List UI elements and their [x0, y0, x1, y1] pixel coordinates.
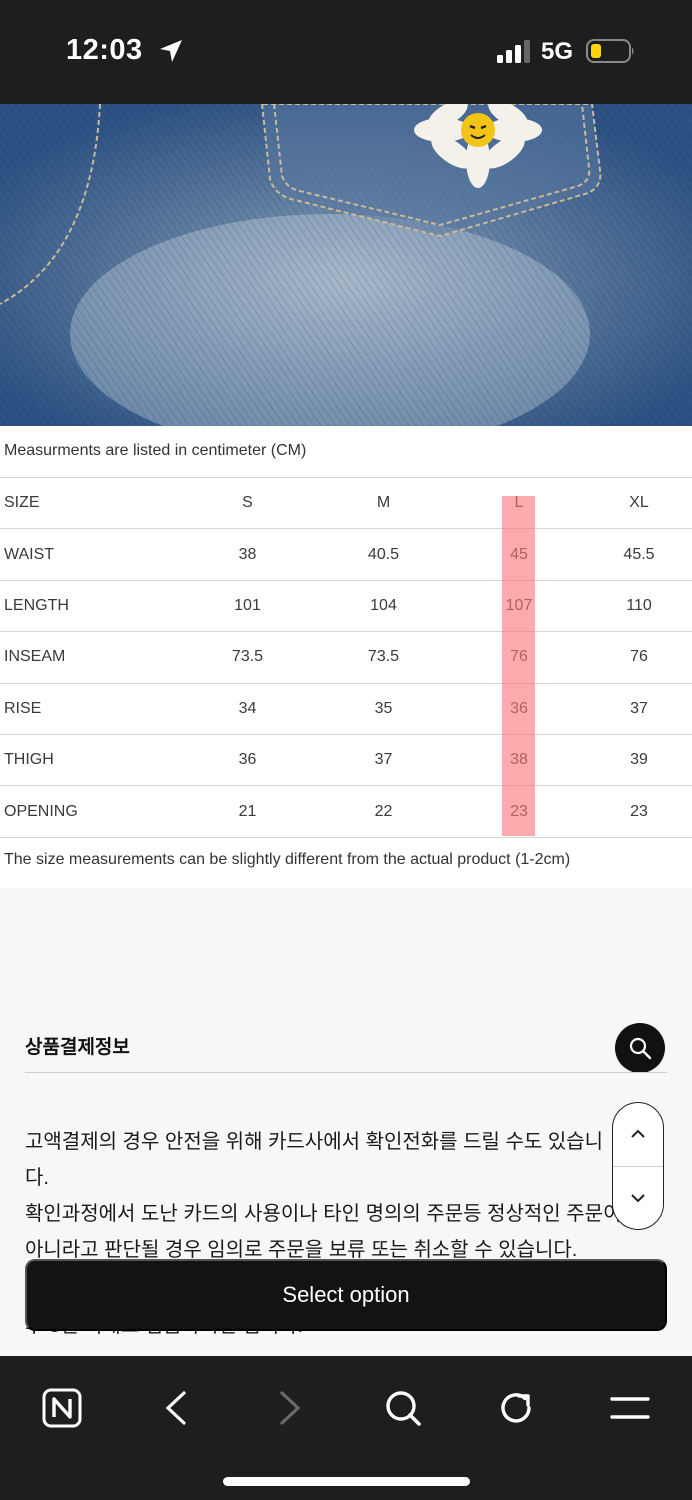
network-type: 5G: [541, 38, 574, 65]
table-row: THIGH 36 37 38 39: [0, 733, 692, 786]
table-cell: 104: [315, 579, 452, 632]
table-cell: 36: [180, 733, 315, 786]
search-button[interactable]: [615, 1023, 665, 1073]
row-label: THIGH: [0, 733, 180, 786]
table-cell: 107: [452, 579, 586, 632]
cellular-signal-icon: [497, 40, 530, 63]
table-cell: 38: [452, 733, 586, 786]
scroll-up-button[interactable]: [613, 1103, 663, 1165]
table-cell: 73.5: [315, 631, 452, 684]
scroll-down-button[interactable]: [613, 1167, 663, 1229]
table-cell: 40.5: [315, 528, 452, 581]
chevron-up-icon: [631, 1129, 645, 1138]
table-row: INSEAM 73.5 73.5 76 76: [0, 631, 692, 684]
table-cell: 101: [180, 579, 315, 632]
table-row: WAIST 38 40.5 45 45.5: [0, 528, 692, 581]
row-label: OPENING: [0, 785, 180, 838]
menu-icon: [610, 1397, 650, 1419]
table-cell: 35: [315, 682, 452, 735]
header-label: SIZE: [0, 476, 180, 529]
payment-info-text: 고액결제의 경우 안전을 위해 카드사에서 확인전화를 드릴 수도 있습니 다.…: [25, 1124, 685, 1268]
header-size-m: M: [315, 476, 452, 529]
table-row: OPENING 21 22 23 23: [0, 785, 692, 838]
chevron-down-icon: [631, 1194, 645, 1203]
table-cell: 37: [586, 682, 692, 735]
info-line: 다.: [25, 1167, 49, 1189]
row-label: RISE: [0, 682, 180, 735]
table-cell: 76: [586, 631, 692, 684]
table-cell: 45.5: [586, 528, 692, 581]
table-cell: 23: [452, 785, 586, 838]
row-label: INSEAM: [0, 631, 180, 684]
search-button[interactable]: [373, 1378, 433, 1438]
naver-home-button[interactable]: [32, 1378, 92, 1438]
product-photo: [0, 104, 692, 426]
table-cell: 22: [315, 785, 452, 838]
table-row: LENGTH 101 104 107 110: [0, 579, 692, 632]
header-size-l: L: [452, 476, 586, 529]
divider: [25, 1072, 667, 1073]
chevron-right-icon: [280, 1391, 301, 1425]
location-arrow-icon: [160, 40, 182, 62]
chevron-left-icon: [165, 1391, 186, 1425]
status-bar: 12:03 5G: [0, 0, 692, 104]
search-icon: [386, 1391, 421, 1426]
table-header-row: SIZE S M L XL: [0, 476, 692, 529]
row-label: WAIST: [0, 528, 180, 581]
size-chart-section: Measurments are listed in centimeter (CM…: [0, 426, 692, 888]
naver-n-icon: [42, 1388, 82, 1428]
table-cell: 23: [586, 785, 692, 838]
back-button[interactable]: [146, 1378, 206, 1438]
search-icon: [629, 1037, 652, 1060]
table-cell: 36: [452, 682, 586, 735]
browser-toolbar: [0, 1356, 692, 1500]
battery-icon: [586, 39, 634, 63]
size-table: SIZE S M L XL WAIST 38 40.5 45 45.5 LENG…: [0, 476, 692, 838]
refresh-icon: [501, 1393, 531, 1423]
status-time: 12:03: [66, 34, 143, 66]
info-line: 확인과정에서 도난 카드의 사용이나 타인 명의의 주문등 정상적인 주문이: [25, 1203, 622, 1225]
size-disclaimer: The size measurements can be slightly di…: [4, 851, 571, 868]
table-cell: 38: [180, 528, 315, 581]
table-row: RISE 34 35 36 37: [0, 682, 692, 735]
forward-button[interactable]: [260, 1378, 320, 1438]
header-size-xl: XL: [586, 476, 692, 529]
info-line: 고액결제의 경우 안전을 위해 카드사에서 확인전화를 드릴 수도 있습니: [25, 1131, 604, 1153]
header-size-s: S: [180, 476, 315, 529]
scroll-control: [612, 1102, 664, 1230]
table-cell: 37: [315, 733, 452, 786]
section-title: 상품결제정보: [25, 1037, 130, 1058]
row-label: LENGTH: [0, 579, 180, 632]
refresh-button[interactable]: [486, 1378, 546, 1438]
select-option-button[interactable]: Select option: [25, 1259, 667, 1331]
size-unit-note: Measurments are listed in centimeter (CM…: [4, 442, 307, 459]
table-cell: 21: [180, 785, 315, 838]
table-cell: 39: [586, 733, 692, 786]
menu-button[interactable]: [600, 1378, 660, 1438]
home-indicator: [223, 1477, 470, 1486]
table-cell: 76: [452, 631, 586, 684]
table-cell: 110: [586, 579, 692, 632]
table-cell: 45: [452, 528, 586, 581]
table-cell: 34: [180, 682, 315, 735]
table-cell: 73.5: [180, 631, 315, 684]
